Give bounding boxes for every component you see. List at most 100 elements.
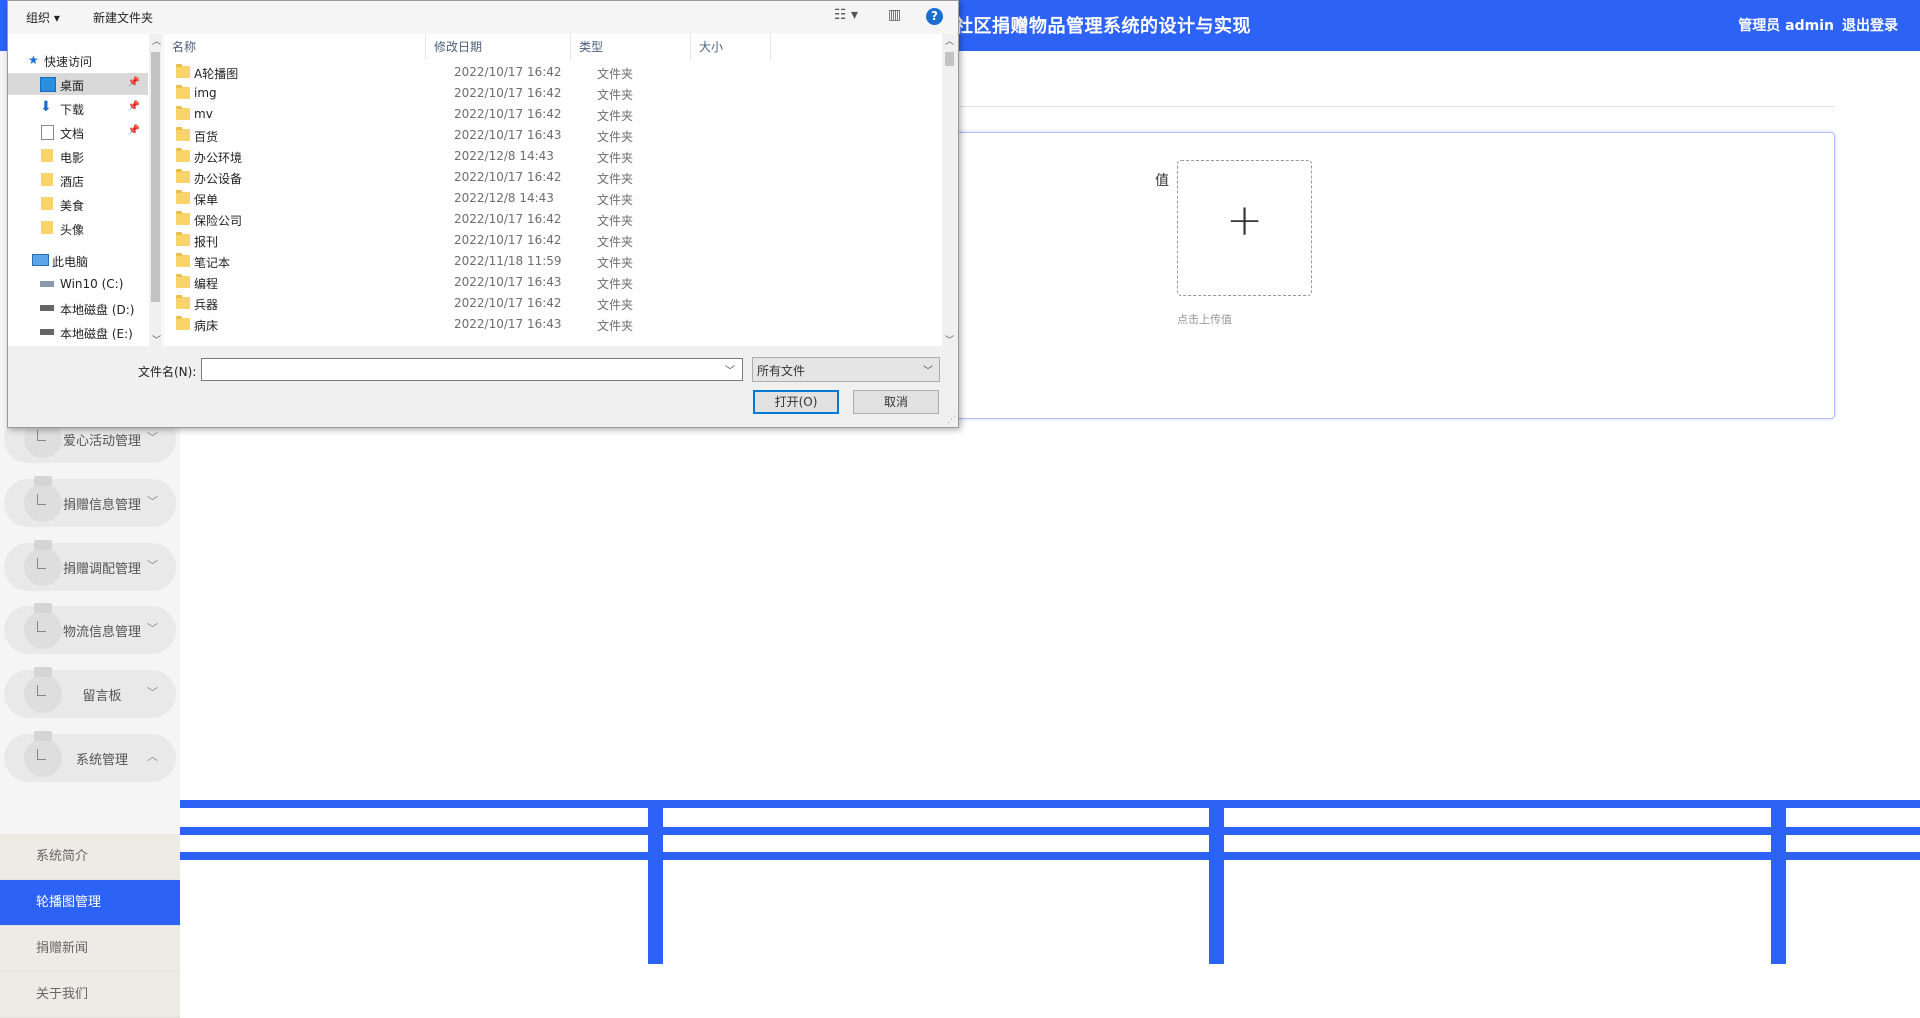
file-row[interactable]: 编程 2022/10/17 16:43 文件夹 [164,272,924,293]
submenu-item-donation-news[interactable]: 捐赠新闻 [0,926,180,972]
scroll-down-icon[interactable]: ﹀ [942,333,957,346]
document-icon [41,125,54,140]
menu-system-management[interactable]: 系统管理 ︿ [4,731,176,782]
file-type: 文件夹 [597,109,634,123]
nav-item-documents[interactable]: 文档 📌 [8,121,148,143]
organize-button[interactable]: 组织 ▾ [26,9,60,26]
submenu-item-about-us[interactable]: 关于我们 [0,972,180,1018]
nav-quick-access[interactable]: ★ 快速访问 [8,49,148,71]
file-date: 2022/10/17 16:42 [454,107,562,121]
column-header-type[interactable]: 类型 [571,34,691,60]
submenu-item-carousel[interactable]: 轮播图管理 [0,880,180,926]
filetype-value: 所有文件 [757,364,806,378]
filetype-select[interactable]: 所有文件 ﹀ [752,357,940,382]
preview-pane-icon[interactable]: ▥ [888,7,901,23]
file-row[interactable]: img 2022/10/17 16:42 文件夹 [164,83,924,104]
file-row[interactable]: 病床 2022/10/17 16:43 文件夹 [164,314,924,335]
folder-icon [176,85,190,99]
chevron-down-icon[interactable]: ﹀ [725,362,735,377]
dialog-toolbar: 组织 ▾ 新建文件夹 ☷ ▾ ▥ ? [8,1,958,35]
desktop-icon [40,77,56,92]
file-row[interactable]: 兵器 2022/10/17 16:42 文件夹 [164,293,924,314]
pin-icon: 📌 [127,125,140,136]
nav-this-pc[interactable]: 此电脑 [8,249,148,271]
file-date: 2022/12/8 14:43 [454,149,554,163]
file-date: 2022/10/17 16:43 [454,275,562,289]
menu-message-board[interactable]: 留言板 ﹀ [4,667,176,718]
folder-icon [176,190,190,204]
pin-icon: 📌 [127,101,140,112]
scroll-up-icon[interactable]: ︿ [149,34,164,47]
filename-input[interactable] [201,358,743,381]
column-header-name[interactable]: 名称 [164,34,426,60]
menu-donation-info[interactable]: 捐赠信息管理 ﹀ [4,476,176,527]
submenu-system: 系统简介 轮播图管理 捐赠新闻 关于我们 [0,834,180,1018]
view-options-icon[interactable]: ☷ ▾ [834,7,858,23]
filename-label: 文件名(N): [138,365,197,379]
file-name: 病床 [194,319,219,333]
file-row[interactable]: 办公设备 2022/10/17 16:42 文件夹 [164,167,924,188]
file-row[interactable]: 百货 2022/10/17 16:43 文件夹 [164,125,924,146]
file-date: 2022/10/17 16:42 [454,233,562,247]
nav-drive-c[interactable]: Win10 (C:) [8,273,148,295]
file-type: 文件夹 [597,256,634,270]
folder-icon [176,64,190,78]
scroll-up-icon[interactable]: ︿ [942,34,957,47]
decor-bar [648,800,663,964]
decor-bar [1771,800,1786,964]
nav-item-folder[interactable]: 电影 [8,145,148,167]
file-row[interactable]: mv 2022/10/17 16:42 文件夹 [164,104,924,125]
nav-item-downloads[interactable]: ⬇ 下载 📌 [8,97,148,119]
file-name: 办公设备 [194,172,243,186]
logout-link[interactable]: 退出登录 [1842,15,1898,35]
folder-icon [41,149,53,162]
scroll-down-icon[interactable]: ﹀ [149,333,164,346]
menu-label: 系统管理 [75,753,128,768]
cancel-button[interactable]: 取消 [853,390,939,414]
nav-item-folder[interactable]: 头像 [8,217,148,239]
folder-icon [41,197,53,210]
nav-item-desktop[interactable]: 桌面 📌 [8,73,148,95]
file-row[interactable]: 报刊 2022/10/17 16:42 文件夹 [164,230,924,251]
help-icon[interactable]: ? [926,8,943,25]
nav-drive-d[interactable]: 本地磁盘 (D:) [8,297,148,319]
file-type: 文件夹 [597,235,634,249]
menu-logistics[interactable]: 物流信息管理 ﹀ [4,603,176,654]
new-folder-button[interactable]: 新建文件夹 [93,9,153,26]
folder-icon [176,127,190,141]
submenu-item-system-intro[interactable]: 系统简介 [0,834,180,880]
nav-item-folder[interactable]: 酒店 [8,169,148,191]
file-name: mv [194,107,213,121]
menu-donation-allocation[interactable]: 捐赠调配管理 ﹀ [4,540,176,591]
chevron-down-icon: ﹀ [147,686,158,699]
open-button[interactable]: 打开(O) [753,390,839,414]
scroll-thumb[interactable] [945,52,954,66]
column-header-date[interactable]: 修改日期 [426,34,571,60]
file-date: 2022/10/17 16:43 [454,317,562,331]
file-row[interactable]: A轮播图 2022/10/17 16:42 文件夹 [164,62,924,83]
scroll-thumb[interactable] [151,52,160,302]
pin-icon: 📌 [127,77,140,88]
divider [960,106,1834,107]
file-row[interactable]: 办公环境 2022/12/8 14:43 文件夹 [164,146,924,167]
folder-icon [176,169,190,183]
file-date: 2022/10/17 16:43 [454,128,562,142]
file-row[interactable]: 笔记本 2022/11/18 11:59 文件夹 [164,251,924,272]
list-scrollbar[interactable]: ︿ ﹀ [942,34,957,346]
star-icon: ★ [28,53,39,67]
nav-item-folder[interactable]: 美食 [8,193,148,215]
nav-scrollbar[interactable]: ︿ ﹀ [149,34,162,346]
file-row[interactable]: 保险公司 2022/10/17 16:42 文件夹 [164,209,924,230]
form-card [940,132,1835,419]
nav-drive-e[interactable]: 本地磁盘 (E:) [8,321,148,343]
file-row[interactable]: 保单 2022/12/8 14:43 文件夹 [164,188,924,209]
column-header-size[interactable]: 大小 [691,34,771,60]
nav-pane: ★ 快速访问 桌面 📌 ⬇ 下载 📌 文档 📌 电影 酒店 美食 头像 此电脑 … [8,34,163,346]
resize-grip-icon[interactable]: ⋰ [947,415,956,425]
current-user: 管理员 admin [1738,18,1834,34]
file-type: 文件夹 [597,319,634,333]
file-date: 2022/10/17 16:42 [454,86,562,100]
decor-bar [1209,800,1224,964]
upload-button[interactable]: + [1177,160,1312,296]
file-type: 文件夹 [597,88,634,102]
